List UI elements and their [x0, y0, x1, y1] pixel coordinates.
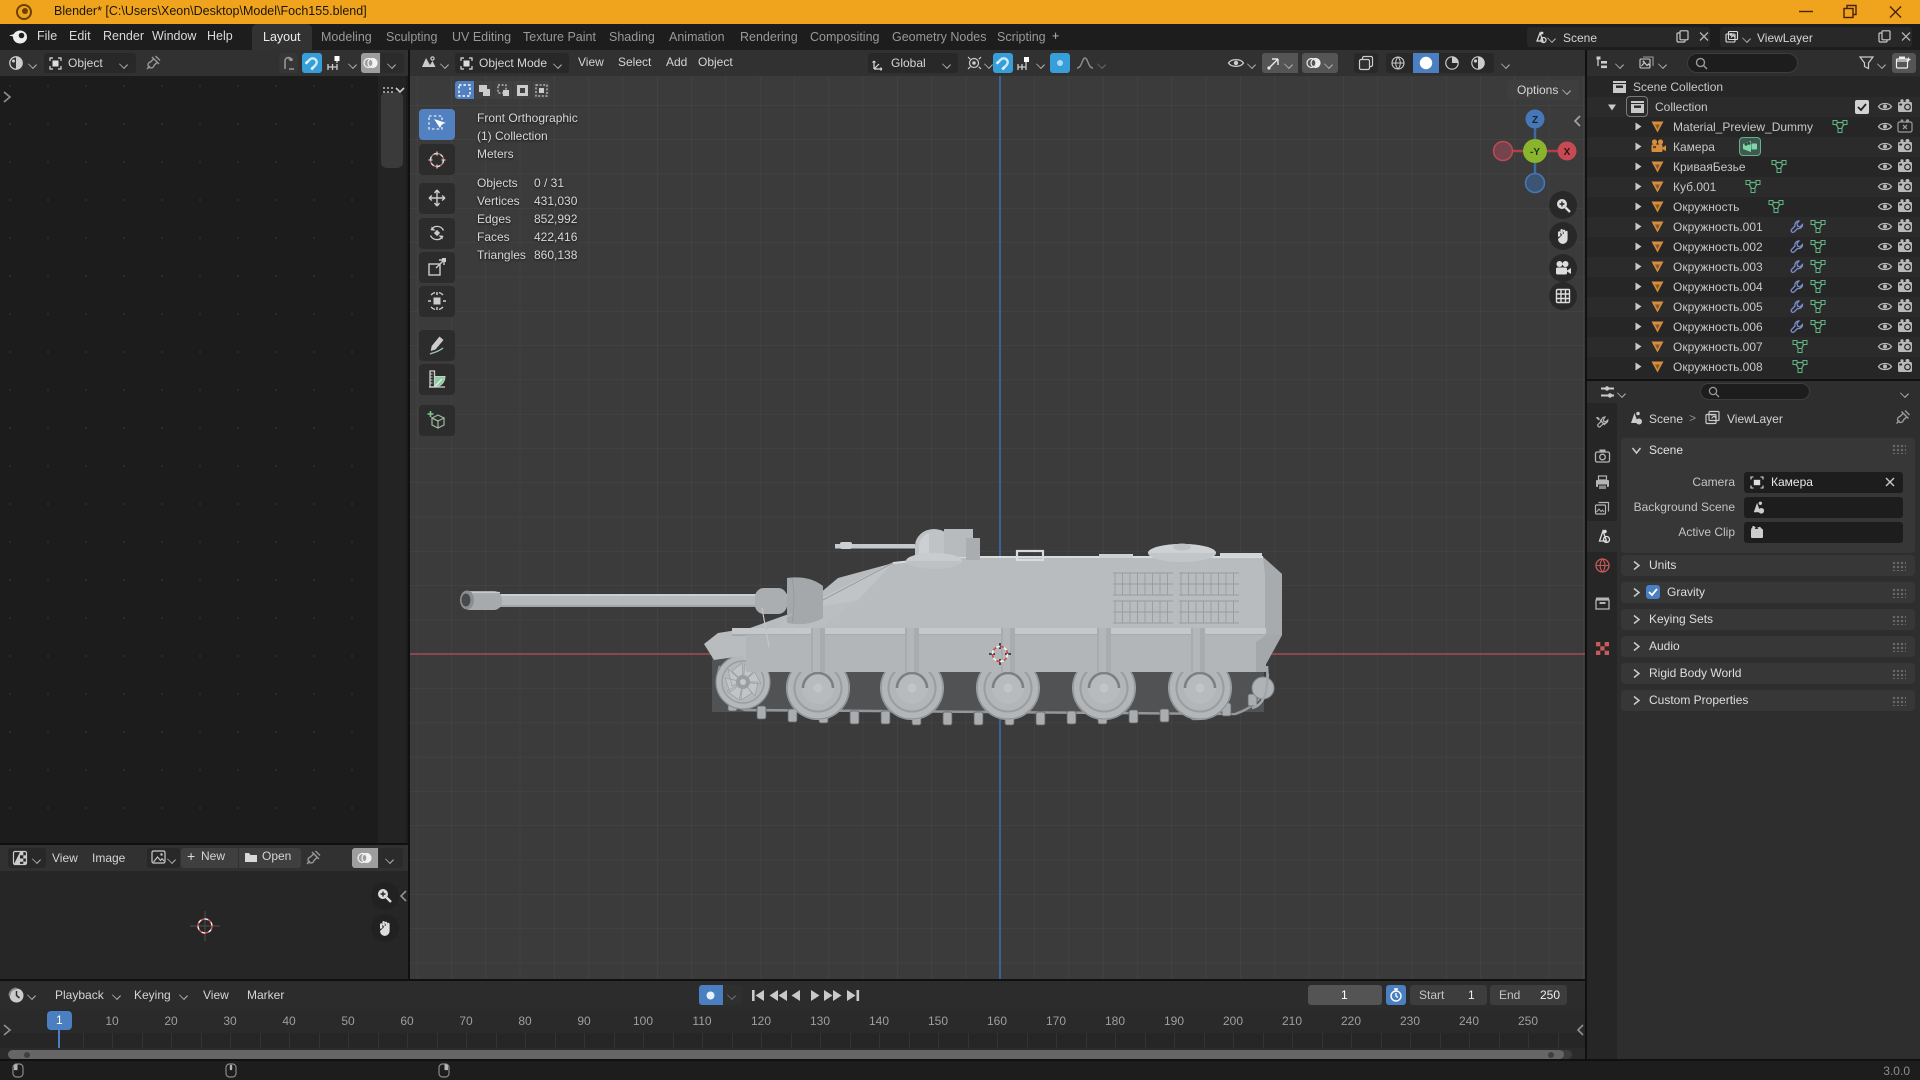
svg-text:-Y: -Y — [1530, 147, 1540, 158]
svg-text:X: X — [1564, 147, 1571, 158]
svg-text:Z: Z — [1532, 115, 1538, 126]
